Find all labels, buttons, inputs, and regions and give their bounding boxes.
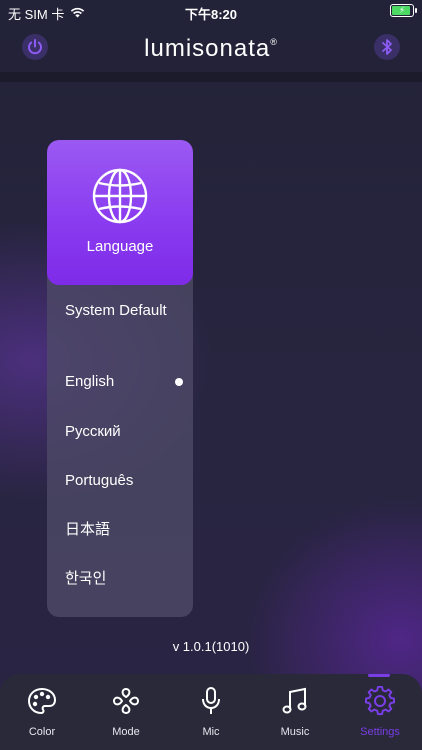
gear-icon [365,686,395,716]
language-option-korean[interactable]: 한국인 [65,568,185,590]
language-option-japanese[interactable]: 日本語 [65,519,185,541]
version-label: v 1.0.1(1010) [172,639,250,654]
bluetooth-button[interactable] [374,34,400,60]
language-header: Language [47,140,193,285]
tab-music-label: Music [280,726,310,738]
bluetooth-icon [382,39,392,55]
tab-mic[interactable]: Mic [176,686,246,738]
language-option-english[interactable]: English [65,371,185,393]
language-title: Language [86,238,154,255]
language-option-portuguese[interactable]: Português [65,470,185,492]
language-option-russian[interactable]: Русский [65,421,185,443]
header-divider [0,72,422,82]
tab-music[interactable]: Music [260,686,330,738]
tab-settings[interactable]: Settings [345,686,415,738]
mode-icon [112,687,140,715]
tab-color[interactable]: Color [7,686,77,738]
tab-mode-label: Mode [112,726,140,738]
tab-settings-label: Settings [360,726,400,738]
trademark: ® [270,37,278,47]
tab-mode[interactable]: Mode [91,686,161,738]
status-time: 下午8:20 [184,7,238,22]
mic-icon [202,687,220,714]
brand-logo: lumisonata® [0,35,422,63]
brand-name: lumisonata [144,35,271,62]
tab-mic-label: Mic [202,726,220,738]
tab-color-label: Color [28,726,56,738]
app-header: lumisonata® [0,24,422,72]
battery-indicator: ⚡ [390,4,417,17]
status-bar: 无 SIM 卡 下午8:20 ⚡ [0,0,422,24]
active-tab-indicator [368,674,390,677]
language-panel: Language System Default English Русский … [47,140,193,617]
music-icon [282,687,307,714]
palette-icon [27,687,57,715]
tab-bar: Color Mode Mic Music Settings [0,674,422,750]
battery-icon: ⚡ [390,4,417,17]
language-option-system-default[interactable]: System Default [65,300,185,322]
globe-icon [92,168,148,224]
selected-dot [175,378,183,386]
